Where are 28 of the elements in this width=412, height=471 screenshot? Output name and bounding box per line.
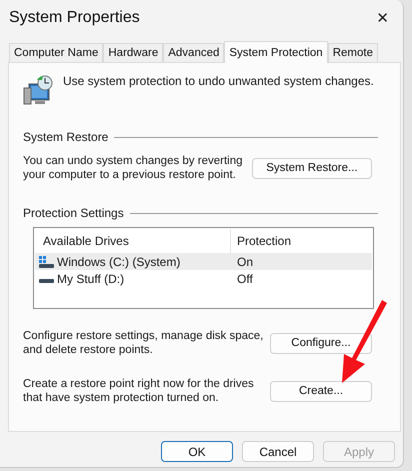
tab[interactable]: Computer Name: [9, 43, 104, 62]
description-text: You can undo system changes by reverting your computer to a previous restore point.: [23, 154, 244, 182]
configure-button[interactable]: Configure...: [270, 332, 372, 354]
protection-status: Off: [236, 272, 253, 286]
list-row[interactable]: Windows (C:) (System) On: [35, 253, 372, 270]
section-heading: System Restore: [23, 130, 108, 144]
protection-status: On: [236, 254, 254, 268]
drive-name: My Stuff (D:): [57, 272, 124, 286]
list-row[interactable]: My Stuff (D:) Off: [35, 270, 372, 287]
computer-restore-icon: [23, 74, 53, 106]
description-text: Configure restore settings, manage disk space, and delete restore points.: [23, 329, 264, 357]
create-button[interactable]: Create...: [270, 380, 372, 402]
drive-icon: [39, 256, 54, 268]
intro-text: Use system protection to undo unwanted system changes.: [63, 74, 374, 88]
drive-name: Windows (C:) (System): [57, 254, 180, 268]
section-heading: Protection Settings: [23, 206, 124, 220]
tab[interactable]: System Protection: [224, 41, 328, 63]
drive-icon: [39, 278, 54, 282]
tab[interactable]: Hardware: [103, 43, 164, 62]
description-text: Create a restore point right now for the drives that have system protection turned on.: [23, 377, 255, 405]
system-restore-button[interactable]: System Restore...: [252, 158, 372, 178]
dialog-button[interactable]: Cancel: [242, 441, 314, 462]
dialog-button[interactable]: OK: [161, 441, 233, 462]
close-button[interactable]: ✕: [362, 0, 403, 36]
column-header[interactable]: Protection: [231, 234, 292, 248]
tab[interactable]: Advanced: [163, 43, 224, 62]
window-title: System Properties: [9, 9, 140, 27]
tab[interactable]: Remote: [328, 43, 378, 62]
